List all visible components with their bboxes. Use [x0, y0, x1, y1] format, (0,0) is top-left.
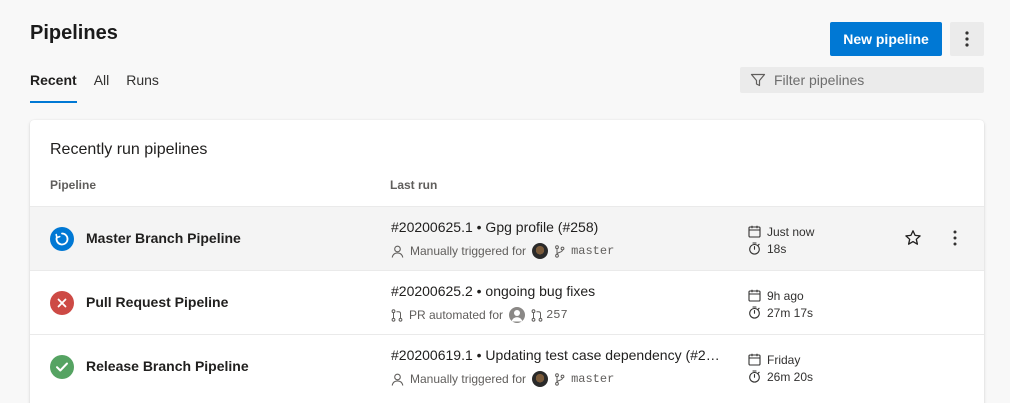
trigger-text: PR automated for [409, 308, 504, 322]
avatar [509, 307, 526, 323]
pipeline-tabs: Recent All Runs [30, 72, 176, 104]
failed-icon [50, 291, 74, 315]
more-vertical-icon [965, 31, 969, 47]
pull-request-icon [391, 308, 403, 322]
run-trigger: Manually triggered for master [391, 371, 614, 387]
person-icon [391, 245, 404, 258]
tab-runs[interactable]: Runs [126, 72, 159, 104]
filter-placeholder: Filter pipelines [774, 72, 865, 88]
run-title[interactable]: #20200619.1 • Updating test case depende… [391, 347, 721, 363]
recent-pipelines-card: Recently run pipelines Pipeline Last run… [30, 120, 984, 403]
avatar [532, 243, 549, 259]
stopwatch-icon [749, 306, 760, 319]
stopwatch-icon [749, 242, 760, 255]
succeeded-icon [50, 355, 74, 379]
pipeline-row[interactable]: Master Branch Pipeline #20200625.1 • Gpg… [30, 206, 984, 270]
tab-recent[interactable]: Recent [30, 72, 77, 104]
tab-all[interactable]: All [94, 72, 110, 104]
run-duration: 27m 17s [767, 305, 814, 320]
pipeline-row[interactable]: Pull Request Pipeline #20200625.2 • ongo… [30, 270, 984, 334]
new-pipeline-button[interactable]: New pipeline [830, 22, 942, 56]
run-title[interactable]: #20200625.1 • Gpg profile (#258) [391, 219, 721, 235]
pr-number[interactable]: 257 [546, 308, 568, 322]
run-when: Just now [767, 224, 815, 239]
more-actions-button[interactable] [950, 22, 984, 56]
pipeline-name[interactable]: Release Branch Pipeline [86, 358, 249, 374]
page-title: Pipelines [30, 22, 118, 44]
card-title: Recently run pipelines [50, 141, 208, 158]
star-icon[interactable] [904, 229, 922, 247]
run-times: Just now 18s [748, 223, 814, 257]
run-times: Friday 26m 20s [748, 351, 813, 385]
avatar [532, 371, 549, 387]
branch-name[interactable]: master [571, 244, 614, 258]
run-duration: 26m 20s [767, 369, 814, 384]
filter-input[interactable]: Filter pipelines [740, 67, 984, 93]
run-trigger: Manually triggered for master [391, 243, 614, 259]
stopwatch-icon [749, 370, 760, 383]
run-times: 9h ago 27m 17s [748, 287, 813, 321]
pipeline-row[interactable]: Release Branch Pipeline #20200619.1 • Up… [30, 334, 984, 398]
trigger-text: Manually triggered for [410, 244, 527, 258]
run-when: Friday [767, 352, 801, 367]
calendar-icon [748, 289, 761, 302]
column-header-pipeline: Pipeline [50, 178, 97, 192]
calendar-icon [748, 353, 761, 366]
pipeline-name[interactable]: Master Branch Pipeline [86, 230, 241, 246]
person-icon [391, 373, 404, 386]
filter-icon [750, 73, 766, 87]
calendar-icon [748, 225, 761, 238]
trigger-text: Manually triggered for [410, 372, 527, 386]
branch-name[interactable]: master [571, 372, 614, 386]
row-more-icon[interactable] [948, 229, 962, 247]
pipeline-name[interactable]: Pull Request Pipeline [86, 294, 228, 310]
run-when: 9h ago [767, 288, 804, 303]
column-header-last-run: Last run [390, 178, 438, 192]
run-trigger: PR automated for 257 [391, 307, 568, 323]
run-title[interactable]: #20200625.2 • ongoing bug fixes [391, 283, 721, 299]
branch-icon [555, 372, 565, 386]
pull-request-icon [531, 308, 543, 322]
branch-icon [555, 244, 565, 258]
running-icon [50, 227, 74, 251]
run-duration: 18s [767, 241, 787, 256]
